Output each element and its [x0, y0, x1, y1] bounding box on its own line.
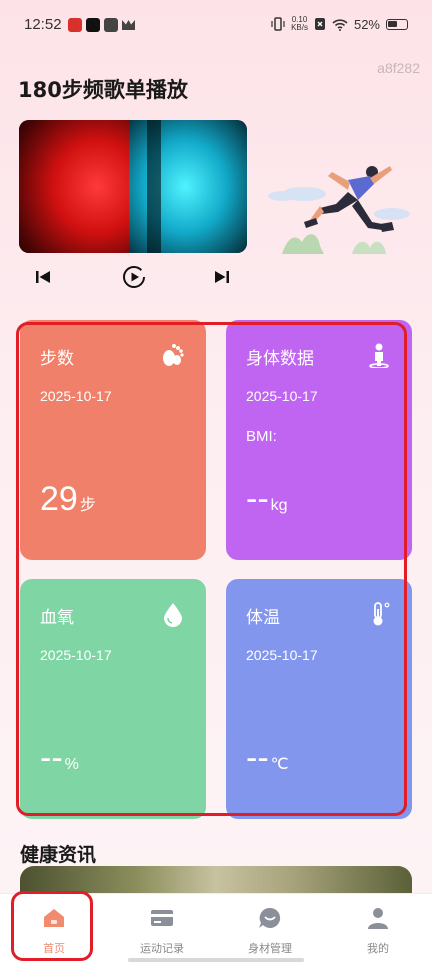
person-icon — [369, 343, 389, 368]
battery-percent: 52% — [353, 16, 380, 32]
temp-card-value-row: -- ℃ — [246, 739, 289, 778]
oxygen-card-title: 血氧 — [40, 608, 74, 628]
status-right: 0.10 KB/s 52% — [271, 16, 408, 32]
skip-next-icon — [215, 271, 229, 283]
tab-body-management-label: 身材管理 — [248, 942, 292, 955]
tab-exercise-records-label: 运动记录 — [140, 942, 184, 955]
battery-icon — [386, 18, 408, 30]
vibrate-icon — [271, 17, 285, 31]
sim-icon — [314, 18, 325, 30]
watermark: a8f282 — [377, 60, 420, 76]
tab-home[interactable]: 首页 — [0, 894, 108, 964]
temp-card-date: 2025-10-17 — [246, 647, 318, 663]
thermometer-icon — [373, 602, 390, 626]
home-icon — [44, 909, 64, 927]
play-icon — [123, 266, 145, 288]
body-card-value-row: -- kg — [246, 480, 288, 519]
health-news-title: 健康资讯 — [20, 844, 97, 866]
crown-icon — [122, 20, 135, 30]
play-button[interactable] — [119, 262, 149, 292]
tab-home-label: 首页 — [43, 942, 65, 955]
steps-card-date: 2025-10-17 — [40, 388, 112, 404]
oxygen-unit: % — [64, 756, 79, 773]
steps-value: 29 — [40, 480, 78, 518]
weight-value: -- — [246, 480, 269, 518]
wifi-icon — [332, 18, 348, 31]
net-speed: 0.10 KB/s — [291, 16, 308, 32]
bottom-tab-bar: 首页 运动记录 身材管理 我的 — [0, 893, 432, 964]
temp-unit: ℃ — [270, 756, 289, 773]
body-temperature-card[interactable]: 体温 2025-10-17 -- ℃ — [226, 579, 412, 819]
next-button[interactable] — [207, 262, 237, 292]
steps-unit: 步 — [79, 497, 96, 514]
player-controls — [20, 262, 248, 292]
page-title: 180步频歌单播放 — [18, 78, 188, 102]
body-data-card[interactable]: 身体数据 2025-10-17 BMI: -- kg — [226, 320, 412, 560]
home-indicator[interactable] — [128, 958, 304, 962]
status-time: 12:52 — [24, 16, 62, 33]
tab-mine-label: 我的 — [367, 942, 389, 955]
tiktok-icon — [86, 18, 100, 32]
net-speed-unit: KB/s — [291, 23, 308, 32]
message-icon — [104, 18, 118, 32]
runner-illustration — [268, 166, 410, 254]
notification-app-icon — [68, 18, 82, 32]
skip-previous-icon — [36, 271, 50, 283]
footprint-icon — [163, 344, 184, 366]
tab-body-management[interactable]: 身材管理 — [216, 894, 324, 964]
status-bar: 12:52 0.10 KB/s 52% — [0, 0, 432, 50]
card-icon — [151, 910, 173, 926]
body-card-date: 2025-10-17 — [246, 388, 318, 404]
oxygen-card-date: 2025-10-17 — [40, 647, 112, 663]
steps-card[interactable]: 步数 2025-10-17 29 步 — [20, 320, 206, 560]
oxygen-value: -- — [40, 739, 63, 777]
temp-card-title: 体温 — [246, 608, 280, 628]
previous-button[interactable] — [28, 262, 58, 292]
blood-oxygen-card[interactable]: 血氧 2025-10-17 --% — [20, 579, 206, 819]
album-cover-shadow — [147, 120, 161, 253]
tab-exercise-records[interactable]: 运动记录 — [108, 894, 216, 964]
temp-value: -- — [246, 739, 269, 777]
body-card-title: 身体数据 — [246, 349, 314, 369]
tab-mine[interactable]: 我的 — [324, 894, 432, 964]
oxygen-card-value-row: --% — [40, 739, 79, 778]
chat-icon — [259, 907, 281, 928]
user-icon — [368, 908, 388, 929]
weight-unit: kg — [270, 497, 288, 514]
steps-card-value-row: 29 步 — [40, 480, 96, 519]
droplet-icon — [164, 603, 182, 627]
bmi-label: BMI: — [246, 428, 277, 445]
steps-card-title: 步数 — [40, 349, 74, 369]
album-cover-image[interactable] — [19, 120, 247, 253]
